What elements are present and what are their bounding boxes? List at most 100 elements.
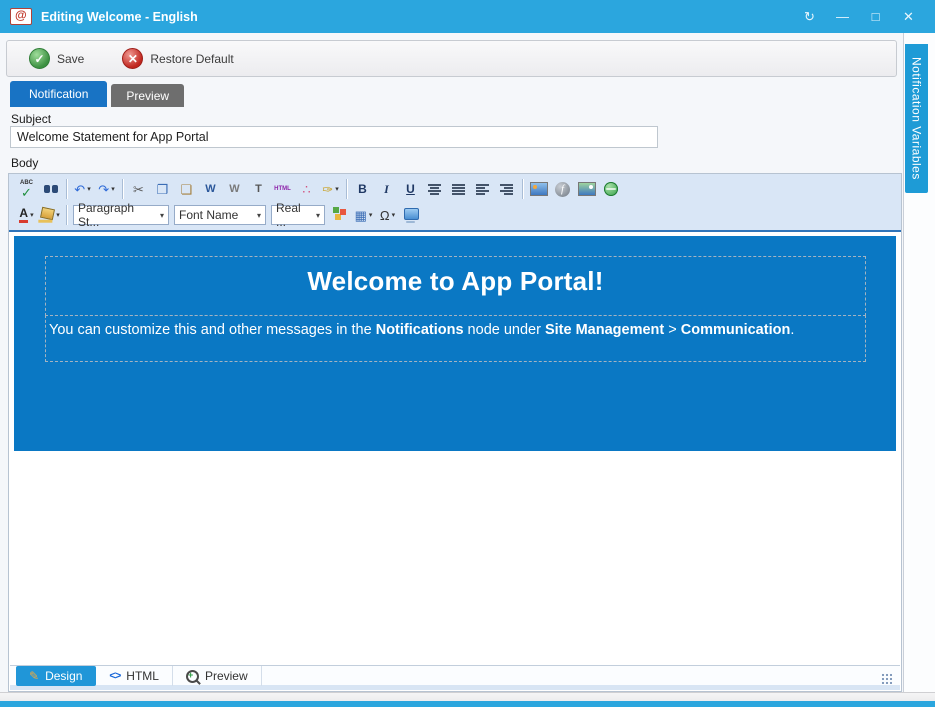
mode-tab-preview[interactable]: Preview: [173, 666, 262, 686]
foreground-color-icon[interactable]: A▾: [15, 204, 38, 226]
paragraph-segment: Notifications: [376, 322, 464, 338]
subject-input[interactable]: [10, 126, 658, 148]
underline-icon-glyph: U: [406, 183, 415, 195]
app-envelope-icon: [10, 8, 32, 25]
top-tabs: NotificationPreview: [10, 81, 184, 107]
font-size-select[interactable]: Real ...▾: [271, 205, 325, 225]
flash-manager-icon[interactable]: f: [551, 178, 574, 200]
hyperlink-manager-icon[interactable]: [599, 178, 622, 200]
window-bottom-border: [0, 701, 935, 707]
justify-icon-glyph: [452, 184, 465, 195]
align-right-icon[interactable]: [495, 178, 518, 200]
redo-icon[interactable]: ↷▾: [95, 178, 118, 200]
paragraph-segment: node under: [464, 322, 545, 338]
bold-icon[interactable]: B: [351, 178, 374, 200]
rich-text-editor: ABC✓↶▾↷▾✂❐❏WWTHTML∴✑▾BIUf A▾▾Paragraph S…: [8, 173, 902, 692]
action-bar: ✓ Save ✕ Restore Default: [6, 40, 897, 77]
titlebar: Editing Welcome - English ↻—□✕: [0, 0, 935, 33]
insert-snippet-icon-glyph: [404, 208, 419, 220]
insert-table-icon[interactable]: ▦▾: [352, 204, 375, 226]
foreground-color-icon-glyph: A: [19, 207, 28, 223]
undo-icon[interactable]: ↶▾: [71, 178, 94, 200]
chevron-down-icon: ▾: [56, 211, 60, 219]
flash-manager-icon-glyph: f: [555, 182, 570, 197]
paste-from-word-icon-glyph: W: [205, 184, 215, 195]
pencil-icon: ✎: [29, 669, 39, 683]
palette-icon[interactable]: [328, 204, 351, 226]
status-strip: [0, 692, 935, 701]
palette-icon-glyph: [333, 207, 339, 213]
restore-label: Restore Default: [150, 52, 233, 66]
editor-canvas[interactable]: Welcome to App Portal! You can customize…: [10, 232, 900, 665]
paragraph-segment: >: [664, 322, 681, 338]
align-center-icon-glyph: [428, 184, 441, 195]
mode-tab-design[interactable]: ✎Design: [16, 666, 96, 686]
paste-icon[interactable]: ❏: [175, 178, 198, 200]
paste-html-icon[interactable]: ∴: [295, 178, 318, 200]
justify-icon[interactable]: [447, 178, 470, 200]
toolbar-separator: [66, 179, 67, 199]
find-replace-icon-glyph: [44, 185, 50, 193]
font-name-select[interactable]: Font Name▾: [174, 205, 266, 225]
align-right-icon-glyph: [500, 184, 513, 195]
editor-toolbar-row1: ABC✓↶▾↷▾✂❐❏WWTHTML∴✑▾BIUf: [15, 176, 897, 202]
image-map-icon[interactable]: [575, 178, 598, 200]
minimize-button[interactable]: —: [826, 4, 859, 30]
underline-icon[interactable]: U: [399, 178, 422, 200]
close-button[interactable]: ✕: [892, 4, 925, 30]
mode-tab-preview-label: Preview: [205, 669, 248, 683]
paste-from-word-strip-font-icon[interactable]: W: [223, 178, 246, 200]
resize-grip-icon[interactable]: [881, 673, 892, 684]
bold-icon-glyph: B: [358, 183, 367, 195]
save-check-icon: ✓: [29, 48, 50, 69]
insert-table-icon-glyph: ▦: [355, 209, 367, 222]
save-label: Save: [57, 52, 84, 66]
italic-icon[interactable]: I: [375, 178, 398, 200]
restore-x-icon: ✕: [122, 48, 143, 69]
maximize-button[interactable]: □: [859, 4, 892, 30]
save-button[interactable]: ✓ Save: [23, 47, 90, 70]
align-left-icon[interactable]: [471, 178, 494, 200]
paragraph-segment: Site Management: [545, 322, 664, 338]
background-color-icon[interactable]: ▾: [39, 204, 62, 226]
background-color-icon-glyph: [40, 207, 55, 220]
find-replace-icon[interactable]: [39, 178, 62, 200]
refresh-button[interactable]: ↻: [793, 4, 826, 30]
paste-as-html-icon[interactable]: HTML: [271, 178, 294, 200]
paste-icon-glyph: ❏: [181, 183, 193, 196]
mode-tab-html[interactable]: <>HTML: [96, 666, 173, 686]
tab-notification[interactable]: Notification: [10, 81, 107, 107]
paragraph-segment: .: [790, 322, 794, 338]
spellcheck-icon[interactable]: ABC✓: [15, 178, 38, 200]
tab-preview[interactable]: Preview: [111, 84, 184, 107]
italic-icon-glyph: I: [384, 183, 389, 195]
paste-plain-text-icon-glyph: T: [255, 184, 262, 195]
paragraph-segment: You can customize this and other message…: [49, 322, 376, 338]
image-manager-icon[interactable]: [527, 178, 550, 200]
chevron-down-icon: ▾: [335, 185, 339, 193]
heading-block[interactable]: Welcome to App Portal!: [45, 256, 866, 316]
notification-variables-tab[interactable]: Notification Variables: [905, 44, 928, 193]
redo-icon-glyph: ↷: [98, 183, 109, 196]
format-stripper-icon[interactable]: ✑▾: [319, 178, 342, 200]
restore-default-button[interactable]: ✕ Restore Default: [116, 47, 239, 70]
paragraph-block[interactable]: You can customize this and other message…: [45, 315, 866, 362]
paragraph-style-select[interactable]: Paragraph St...▾: [73, 205, 169, 225]
format-stripper-icon-glyph: ✑: [322, 183, 333, 196]
paste-from-word-icon[interactable]: W: [199, 178, 222, 200]
insert-snippet-icon[interactable]: [400, 204, 423, 226]
welcome-heading: Welcome to App Portal!: [307, 266, 603, 297]
chevron-down-icon: ▾: [392, 211, 396, 219]
paste-plain-text-icon[interactable]: T: [247, 178, 270, 200]
align-center-icon[interactable]: [423, 178, 446, 200]
chevron-down-icon: ▾: [87, 185, 91, 193]
copy-icon[interactable]: ❐: [151, 178, 174, 200]
body-label: Body: [11, 156, 38, 170]
paragraph-style-select-value: Paragraph St...: [78, 201, 156, 229]
editor-mode-tabbar: ✎Design<>HTML Preview: [10, 665, 900, 690]
cut-icon[interactable]: ✂: [127, 178, 150, 200]
toolbar-separator: [66, 205, 67, 225]
paragraph-segment: Communication: [681, 322, 791, 338]
insert-symbol-icon[interactable]: Ω▾: [376, 204, 399, 226]
message-blue-banner: Welcome to App Portal! You can customize…: [14, 236, 896, 451]
